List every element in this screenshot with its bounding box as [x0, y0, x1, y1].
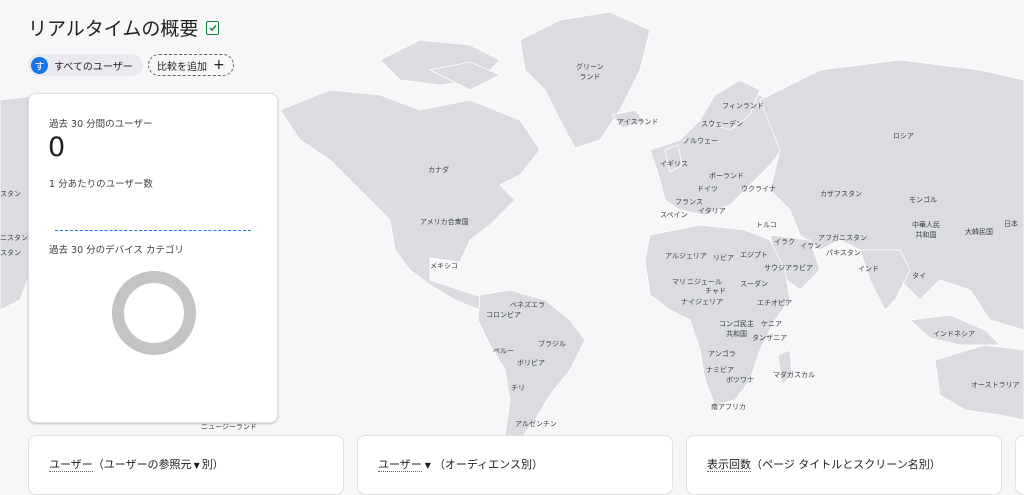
map-label-peru[interactable]: ペルー	[493, 346, 514, 356]
users-per-minute-label: 1 分あたりのユーザー数	[49, 179, 153, 190]
map-label-usa[interactable]: アメリカ合衆国	[420, 217, 469, 227]
metric-users-label[interactable]: ユーザー	[49, 458, 93, 472]
metric-users-dropdown[interactable]: ユーザー	[378, 458, 422, 472]
map-label-iran[interactable]: イラン	[800, 241, 821, 251]
map-label-chad[interactable]: チャド	[705, 286, 726, 296]
all-users-segment-chip[interactable]: す すべてのユーザー	[28, 54, 143, 76]
users-per-minute-sparkline[interactable]	[55, 230, 251, 231]
map-label-kazakhstan[interactable]: カザフスタン	[820, 189, 862, 199]
map-label-iraq[interactable]: イラク	[774, 237, 795, 247]
map-label-algeria[interactable]: アルジェリア	[665, 251, 707, 261]
realtime-users-card: 過去 30 分間のユーザー 0 1 分あたりのユーザー数 過去 30 分のデバイ…	[28, 93, 278, 423]
verified-check-icon[interactable]	[206, 20, 220, 35]
segment-label: すべてのユーザー	[54, 61, 133, 73]
map-label-stan-left[interactable]: スタン	[0, 189, 21, 199]
map-label-brazil[interactable]: ブラジル	[538, 339, 566, 349]
map-label-india[interactable]: インド	[858, 264, 879, 274]
map-label-mongolia[interactable]: モンゴル	[909, 195, 937, 205]
map-label-norway[interactable]: ノルウェー	[683, 136, 718, 146]
map-label-ethiopia[interactable]: エチオピア	[757, 298, 792, 308]
map-label-sudan[interactable]: スーダン	[740, 279, 768, 289]
add-comparison-button[interactable]: 比較を追加 +	[148, 54, 234, 76]
map-label-poland[interactable]: ポーランド	[709, 171, 744, 181]
map-label-canada[interactable]: カナダ	[428, 165, 449, 175]
page-title: リアルタイムの概要	[28, 14, 220, 41]
page-title-text: リアルタイムの概要	[28, 18, 199, 40]
map-label-kenya[interactable]: ケニア	[761, 319, 782, 329]
extra-card-edge	[1015, 435, 1024, 495]
map-label-angola[interactable]: アンゴラ	[708, 349, 736, 359]
map-label-greenland[interactable]: グリーン ランド	[576, 62, 604, 82]
map-label-chile[interactable]: チリ	[511, 383, 525, 393]
users-30min-title: 過去 30 分間のユーザー	[49, 119, 153, 130]
map-label-namibia[interactable]: ナミビア	[706, 365, 734, 375]
users-source-paren: （ユーザーの参照元	[92, 458, 192, 471]
metric-dropdown-icon[interactable]: ▼	[425, 461, 431, 470]
map-label-botswana[interactable]: ボツワナ	[726, 375, 754, 385]
map-label-afghanistan[interactable]: アフガニスタン	[818, 233, 867, 243]
map-label-nistan-left[interactable]: ニスタン	[0, 233, 28, 243]
map-label-pakistan[interactable]: パキスタン	[826, 248, 861, 258]
map-label-thailand[interactable]: タイ	[912, 271, 926, 281]
map-label-drc[interactable]: コンゴ民主 共和国	[719, 319, 754, 339]
map-label-turkey[interactable]: トルコ	[756, 220, 777, 230]
map-label-tanzania[interactable]: タンザニア	[752, 333, 787, 343]
views-by-page-card: 表示回数（ページ タイトルとスクリーン名別）	[686, 435, 1002, 495]
map-label-indonesia[interactable]: インドネシア	[933, 329, 975, 339]
map-label-saudi[interactable]: サウジアラビア	[764, 263, 813, 273]
map-label-uk[interactable]: イギリス	[660, 159, 688, 169]
audience-paren: （オーディエンス別）	[433, 458, 543, 471]
map-label-ukraine[interactable]: ウクライナ	[741, 184, 776, 194]
map-label-madagascar[interactable]: マダガスカル	[773, 370, 815, 380]
users-30min-value: 0	[48, 132, 66, 163]
map-label-colombia[interactable]: コロンビア	[486, 310, 521, 320]
map-label-libya[interactable]: リビア	[713, 253, 734, 263]
map-label-russia[interactable]: ロシア	[893, 131, 914, 141]
map-label-spain[interactable]: スペイン	[660, 210, 688, 220]
map-label-china[interactable]: 中華人民 共和国	[912, 220, 940, 240]
map-label-italy[interactable]: イタリア	[698, 206, 726, 216]
dimension-dropdown-icon[interactable]: ▼	[194, 461, 200, 470]
map-label-mexico[interactable]: メキシコ	[430, 261, 458, 271]
metric-views-label[interactable]: 表示回数	[707, 458, 751, 472]
map-label-egypt[interactable]: エジプト	[740, 250, 768, 260]
map-label-finland[interactable]: フィンランド	[722, 101, 764, 111]
map-label-iceland[interactable]: アイスランド	[617, 117, 658, 127]
plus-icon: +	[213, 57, 225, 73]
page-title-paren: （ページ タイトルとスクリーン名別）	[751, 458, 941, 471]
map-label-south-korea[interactable]: 大韓民国	[965, 227, 993, 237]
users-by-source-card: ユーザー（ユーザーの参照元 ▼ 別）	[28, 435, 344, 495]
map-label-nigeria[interactable]: ナイジェリア	[681, 297, 723, 307]
device-category-donut[interactable]	[111, 270, 197, 356]
map-label-australia[interactable]: オーストラリア	[971, 380, 1020, 390]
map-label-sweden[interactable]: スウェーデン	[701, 119, 743, 129]
add-comparison-label: 比較を追加	[157, 61, 207, 73]
map-label-bolivia[interactable]: ボリビア	[517, 358, 545, 368]
map-label-tan-left[interactable]: スタン	[0, 248, 21, 258]
map-label-venezuela[interactable]: ベネズエラ	[510, 300, 545, 310]
map-label-japan[interactable]: 日本	[1004, 219, 1018, 229]
users-by-source-title: ユーザー（ユーザーの参照元 ▼ 別）	[49, 456, 224, 472]
segment-avatar: す	[31, 56, 48, 74]
users-by-audience-title: ユーザー ▼ （オーディエンス別）	[378, 456, 543, 472]
views-by-page-title: 表示回数（ページ タイトルとスクリーン名別）	[707, 456, 941, 472]
map-label-south-africa[interactable]: 南アフリカ	[711, 402, 746, 412]
map-label-mali[interactable]: マリ	[672, 277, 686, 287]
map-label-argentina[interactable]: アルゼンチン	[515, 419, 557, 429]
map-label-new-zealand[interactable]: ニュージーランド	[201, 422, 257, 432]
device-category-label: 過去 30 分のデバイス カテゴリ	[49, 245, 184, 256]
map-label-germany[interactable]: ドイツ	[697, 184, 718, 194]
users-source-suffix: 別）	[201, 458, 224, 471]
users-by-audience-card: ユーザー ▼ （オーディエンス別）	[357, 435, 673, 495]
